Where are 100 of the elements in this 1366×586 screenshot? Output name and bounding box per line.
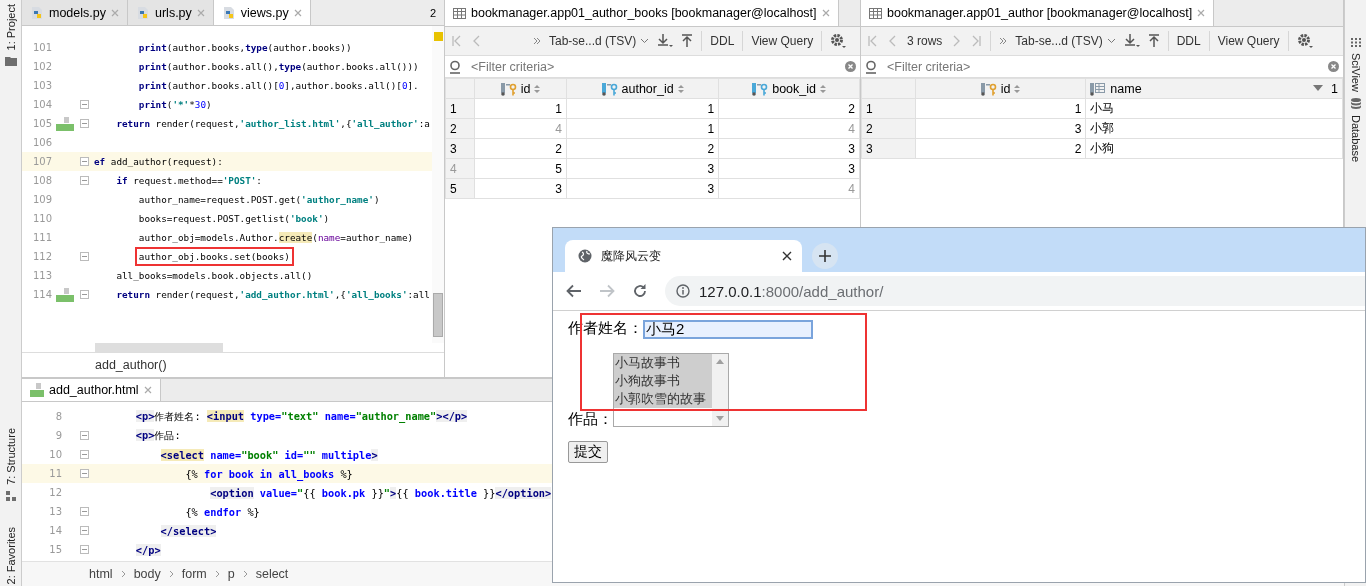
toolbar-button[interactable]: DDL <box>710 34 735 48</box>
chevron-icon <box>214 570 220 578</box>
format-dropdown[interactable]: Tab-se...d (TSV) <box>549 34 650 48</box>
settings-icon[interactable] <box>830 33 847 49</box>
fold-icon[interactable] <box>80 545 89 554</box>
line-number: 114 <box>31 289 52 300</box>
submit-button[interactable]: 提交 <box>568 440 608 463</box>
table-cell: 3 <box>566 158 719 179</box>
clear-icon[interactable] <box>1328 61 1339 72</box>
breadcrumb-item[interactable]: form <box>181 567 207 581</box>
table-tab[interactable]: bookmanager.app01_author_books [bookmanager@localhost] <box>445 0 839 26</box>
tool-window-tab[interactable]: 1: Project <box>4 4 17 51</box>
breadcrumb-item[interactable]: select <box>255 567 289 581</box>
table-tab[interactable]: bookmanager.app01_author [bookmanager@localhost] <box>861 0 1215 26</box>
line-number: 112 <box>31 251 52 262</box>
table-cell: 3 <box>915 118 1086 139</box>
book-listbox[interactable]: 小马故事书 小狗故事书 小郭吹雪的故事 <box>613 352 729 427</box>
field-label: 作品： <box>568 409 613 427</box>
column-header[interactable]: id <box>915 78 1086 99</box>
column-icon <box>1090 81 1107 96</box>
toolbar-button[interactable]: View Query <box>751 34 814 48</box>
address-bar[interactable]: 127.0.0.1:8000/add_author/ <box>665 276 1365 306</box>
table-cell: 4 <box>718 178 860 199</box>
filter-field[interactable]: <Filter criteria> <box>469 58 839 75</box>
file-tab[interactable]: models.py <box>22 0 128 25</box>
column-header[interactable]: book_id <box>718 78 860 99</box>
table-cell: 2 <box>566 138 719 159</box>
row-number: 3 <box>445 138 475 159</box>
tool-window-tab[interactable]: 2: Favorites <box>4 526 17 584</box>
fold-icon[interactable] <box>80 450 89 459</box>
breadcrumb-item[interactable]: add_author() <box>95 358 167 372</box>
toolbar-button[interactable]: View Query <box>1217 34 1280 48</box>
close-icon[interactable] <box>782 251 792 261</box>
first-page-icon[interactable] <box>451 35 463 47</box>
fold-icon[interactable] <box>79 252 89 261</box>
key-column-icon <box>752 81 769 96</box>
fold-icon[interactable] <box>80 526 89 535</box>
list-option[interactable]: 小马故事书 <box>614 353 712 372</box>
caret-icon <box>640 38 650 44</box>
line-number: 108 <box>31 175 52 186</box>
format-dropdown[interactable]: Tab-se...d (TSV) <box>1015 34 1116 48</box>
chevron-icon <box>168 570 174 578</box>
table-icon <box>869 7 882 19</box>
row-count[interactable]: 3 rows <box>907 34 943 48</box>
clear-icon[interactable] <box>845 61 856 72</box>
upload-icon[interactable] <box>1147 34 1160 48</box>
fold-icon[interactable] <box>79 157 89 166</box>
code-line: <select name="book" id="" multiple> <box>159 448 378 461</box>
new-tab-button[interactable] <box>812 243 838 269</box>
scrollbar-thumb[interactable] <box>95 343 223 352</box>
tool-window-tab[interactable]: SciView <box>1349 53 1362 92</box>
fold-icon[interactable] <box>80 469 89 478</box>
globe-icon <box>578 249 592 263</box>
table-cell: 2 <box>718 98 860 119</box>
back-icon[interactable] <box>566 284 582 298</box>
column-header[interactable]: id <box>474 78 567 99</box>
code-line: print(author.books.all(),type(author.books.all())) <box>137 61 419 72</box>
tool-window-tab[interactable]: 7: Structure <box>4 427 17 485</box>
table-icon <box>453 7 466 19</box>
breadcrumb-item[interactable]: p <box>227 567 235 581</box>
reload-icon[interactable] <box>632 283 648 299</box>
column-header[interactable]: name 1 <box>1085 78 1343 99</box>
row-number: 5 <box>445 178 475 199</box>
sort-icon <box>1014 83 1021 94</box>
scroll-up-icon[interactable] <box>716 358 724 364</box>
download-icon[interactable] <box>1123 34 1140 48</box>
scrollbar-thumb[interactable] <box>433 293 443 337</box>
code-line: print('*'*30) <box>137 99 212 110</box>
breadcrumb-item[interactable]: html <box>89 567 113 581</box>
fold-icon[interactable] <box>79 176 89 185</box>
tab-overflow-count[interactable]: 2 <box>421 6 444 19</box>
download-icon[interactable] <box>657 34 674 48</box>
sort-descending-icon <box>1313 85 1324 92</box>
line-number: 110 <box>31 213 52 224</box>
file-tab[interactable]: urls.py <box>128 0 214 25</box>
fold-icon[interactable] <box>79 119 89 128</box>
upload-icon[interactable] <box>681 34 694 48</box>
fold-icon[interactable] <box>79 100 89 109</box>
column-header[interactable]: author_id <box>566 78 719 99</box>
double-chevron-icon <box>999 37 1008 45</box>
filter-field[interactable]: <Filter criteria> <box>885 58 1322 75</box>
code-line: author_name=request.POST.get('author_name') <box>137 194 380 205</box>
tool-window-tab[interactable]: Database <box>1349 114 1362 163</box>
table-cell: 小狗 <box>1085 138 1343 159</box>
fold-icon[interactable] <box>80 507 89 516</box>
double-chevron-icon <box>533 37 541 45</box>
fold-icon[interactable] <box>80 431 89 440</box>
settings-icon[interactable] <box>1296 33 1313 49</box>
structure-icon <box>5 490 16 501</box>
grid-icon <box>1350 38 1361 47</box>
browser-tab[interactable]: 魔降风云变 <box>565 240 802 272</box>
toolbar-button[interactable]: DDL <box>1176 34 1201 48</box>
file-tab[interactable]: views.py <box>213 0 311 25</box>
name-field[interactable]: 小马2 <box>643 319 813 339</box>
last-page-icon[interactable] <box>970 35 983 47</box>
breadcrumb-item[interactable]: body <box>133 567 161 581</box>
scroll-down-icon[interactable] <box>716 415 724 421</box>
file-tab[interactable]: add_author.html <box>22 379 161 401</box>
first-page-icon[interactable] <box>867 35 879 47</box>
fold-icon[interactable] <box>79 290 89 299</box>
